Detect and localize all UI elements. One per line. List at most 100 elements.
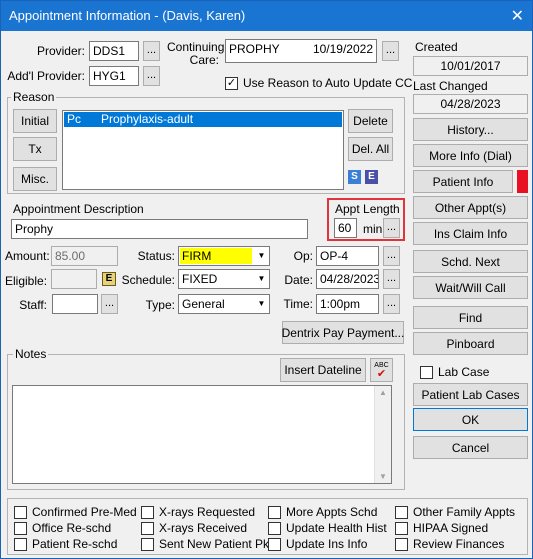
update-health-hist-label: Update Health Hist — [286, 521, 387, 535]
op-field[interactable]: OP-4 — [316, 246, 379, 266]
last-changed-label: Last Changed — [413, 79, 488, 93]
provider-label: Provider: — [36, 44, 85, 58]
office-re-schd-checkbox[interactable] — [14, 522, 27, 535]
x-rays-received-checkbox[interactable] — [141, 522, 154, 535]
patient-lab-cases-button[interactable]: Patient Lab Cases — [413, 383, 528, 406]
appointment-information-window: Appointment Information - (Davis, Karen)… — [0, 0, 533, 559]
x-rays-requested-label: X-rays Requested — [159, 505, 256, 519]
s-icon[interactable]: S — [348, 170, 361, 184]
more-appts-schd-label: More Appts Schd — [286, 505, 378, 519]
find-button[interactable]: Find — [413, 306, 528, 329]
date-ellipsis-button[interactable]: ... — [383, 269, 400, 289]
history-button[interactable]: History... — [413, 118, 528, 141]
checkmark-icon: ✔ — [376, 368, 387, 380]
chevron-down-icon: ▼ — [253, 270, 269, 288]
reason-description: Prophylaxis-adult — [101, 112, 194, 126]
schedule-value: FIXED — [182, 272, 218, 286]
list-item[interactable]: Pc Prophylaxis-adult — [64, 112, 342, 127]
provider-field[interactable]: DDS1 — [89, 41, 139, 61]
insert-dateline-button[interactable]: Insert Dateline — [280, 358, 366, 382]
time-ellipsis-button[interactable]: ... — [383, 294, 400, 314]
continuing-care-date: 10/19/2022 — [312, 42, 373, 56]
appt-length-unit: min — [363, 222, 383, 236]
close-icon[interactable]: ✕ — [511, 6, 524, 26]
type-value: General — [182, 297, 225, 311]
update-ins-info-checkbox[interactable] — [268, 538, 281, 551]
addl-provider-ellipsis-button[interactable]: ... — [143, 66, 160, 86]
x-rays-received-label: X-rays Received — [159, 521, 248, 535]
update-ins-info-label: Update Ins Info — [286, 537, 368, 551]
wait-will-call-button[interactable]: Wait/Will Call — [413, 276, 528, 299]
op-ellipsis-button[interactable]: ... — [383, 246, 400, 266]
eligible-e-icon[interactable]: E — [102, 272, 116, 286]
created-value: 10/01/2017 — [413, 56, 528, 76]
review-finances-label: Review Finances — [413, 537, 505, 551]
schedule-select[interactable]: FIXED ▼ — [178, 269, 270, 289]
window-title: Appointment Information - (Davis, Karen) — [9, 8, 246, 23]
spell-check-button[interactable]: ABC ✔ — [370, 358, 393, 382]
addl-provider-label: Add'l Provider: — [7, 69, 85, 83]
misc-button[interactable]: Misc. — [13, 167, 57, 191]
continuing-care-field[interactable]: PROPHY 10/19/2022 — [225, 39, 377, 63]
ins-claim-info-button[interactable]: Ins Claim Info — [413, 222, 528, 245]
sent-new-patient-pkg-label: Sent New Patient Pkg — [159, 537, 276, 551]
continuing-care-ellipsis-button[interactable]: ... — [382, 41, 399, 61]
x-rays-requested-checkbox[interactable] — [141, 506, 154, 519]
appt-description-field[interactable]: Prophy — [11, 219, 308, 239]
continuing-care-type: PROPHY — [229, 42, 280, 56]
notes-scrollbar[interactable]: ▲ ▼ — [374, 386, 391, 483]
scroll-down-icon[interactable]: ▼ — [379, 472, 387, 481]
appt-length-ellipsis-button[interactable]: ... — [383, 218, 400, 238]
patient-re-schd-label: Patient Re-schd — [32, 537, 118, 551]
reason-list[interactable]: Pc Prophylaxis-adult — [62, 110, 344, 190]
last-changed-value: 04/28/2023 — [413, 94, 528, 114]
appt-description-label: Appointment Description — [13, 202, 144, 216]
cancel-button[interactable]: Cancel — [413, 436, 528, 459]
staff-field[interactable] — [52, 294, 98, 314]
tx-button[interactable]: Tx — [13, 137, 57, 161]
dentrix-pay-payment-button[interactable]: Dentrix Pay Payment... — [282, 321, 404, 344]
use-reason-checkbox[interactable]: ✓ — [225, 77, 238, 90]
time-label: Time: — [283, 297, 313, 311]
patient-re-schd-checkbox[interactable] — [14, 538, 27, 551]
other-appts-button[interactable]: Other Appt(s) — [413, 196, 528, 219]
review-finances-checkbox[interactable] — [395, 538, 408, 551]
delete-button[interactable]: Delete — [348, 109, 393, 133]
lab-case-label: Lab Case — [438, 365, 490, 379]
op-label: Op: — [293, 249, 313, 263]
reason-group-title: Reason — [11, 90, 57, 104]
office-re-schd-label: Office Re-schd — [32, 521, 112, 535]
more-info-dial-button[interactable]: More Info (Dial) — [413, 144, 528, 167]
other-family-appts-checkbox[interactable] — [395, 506, 408, 519]
sent-new-patient-pkg-checkbox[interactable] — [141, 538, 154, 551]
ok-button[interactable]: OK — [413, 408, 528, 431]
initial-button[interactable]: Initial — [13, 109, 57, 133]
amount-label: Amount: — [5, 249, 50, 263]
staff-ellipsis-button[interactable]: ... — [101, 294, 118, 314]
status-select[interactable]: FIRM ▼ — [178, 246, 270, 266]
schd-next-button[interactable]: Schd. Next — [413, 250, 528, 273]
date-field[interactable]: 04/28/2023 — [316, 269, 379, 289]
notes-textarea[interactable] — [12, 385, 392, 484]
lab-case-checkbox[interactable] — [420, 366, 433, 379]
appt-length-field[interactable]: 60 — [334, 218, 357, 238]
more-appts-schd-checkbox[interactable] — [268, 506, 281, 519]
notes-group-title: Notes — [13, 347, 49, 361]
other-family-appts-label: Other Family Appts — [413, 505, 516, 519]
pinboard-button[interactable]: Pinboard — [413, 332, 528, 355]
scroll-up-icon[interactable]: ▲ — [379, 388, 387, 397]
del-all-button[interactable]: Del. All — [348, 137, 393, 161]
update-health-hist-checkbox[interactable] — [268, 522, 281, 535]
time-field[interactable]: 1:00pm — [316, 294, 379, 314]
patient-info-button[interactable]: Patient Info — [413, 170, 513, 193]
type-label: Type: — [145, 298, 175, 312]
chevron-down-icon: ▼ — [253, 295, 269, 313]
provider-ellipsis-button[interactable]: ... — [143, 41, 160, 61]
e-icon[interactable]: E — [365, 170, 378, 184]
type-select[interactable]: General ▼ — [178, 294, 270, 314]
hipaa-signed-checkbox[interactable] — [395, 522, 408, 535]
confirmed-pre-med-checkbox[interactable] — [14, 506, 27, 519]
appt-length-label: Appt Length — [335, 202, 400, 216]
addl-provider-field[interactable]: HYG1 — [89, 66, 139, 86]
eligible-label: Eligible: — [5, 274, 48, 288]
